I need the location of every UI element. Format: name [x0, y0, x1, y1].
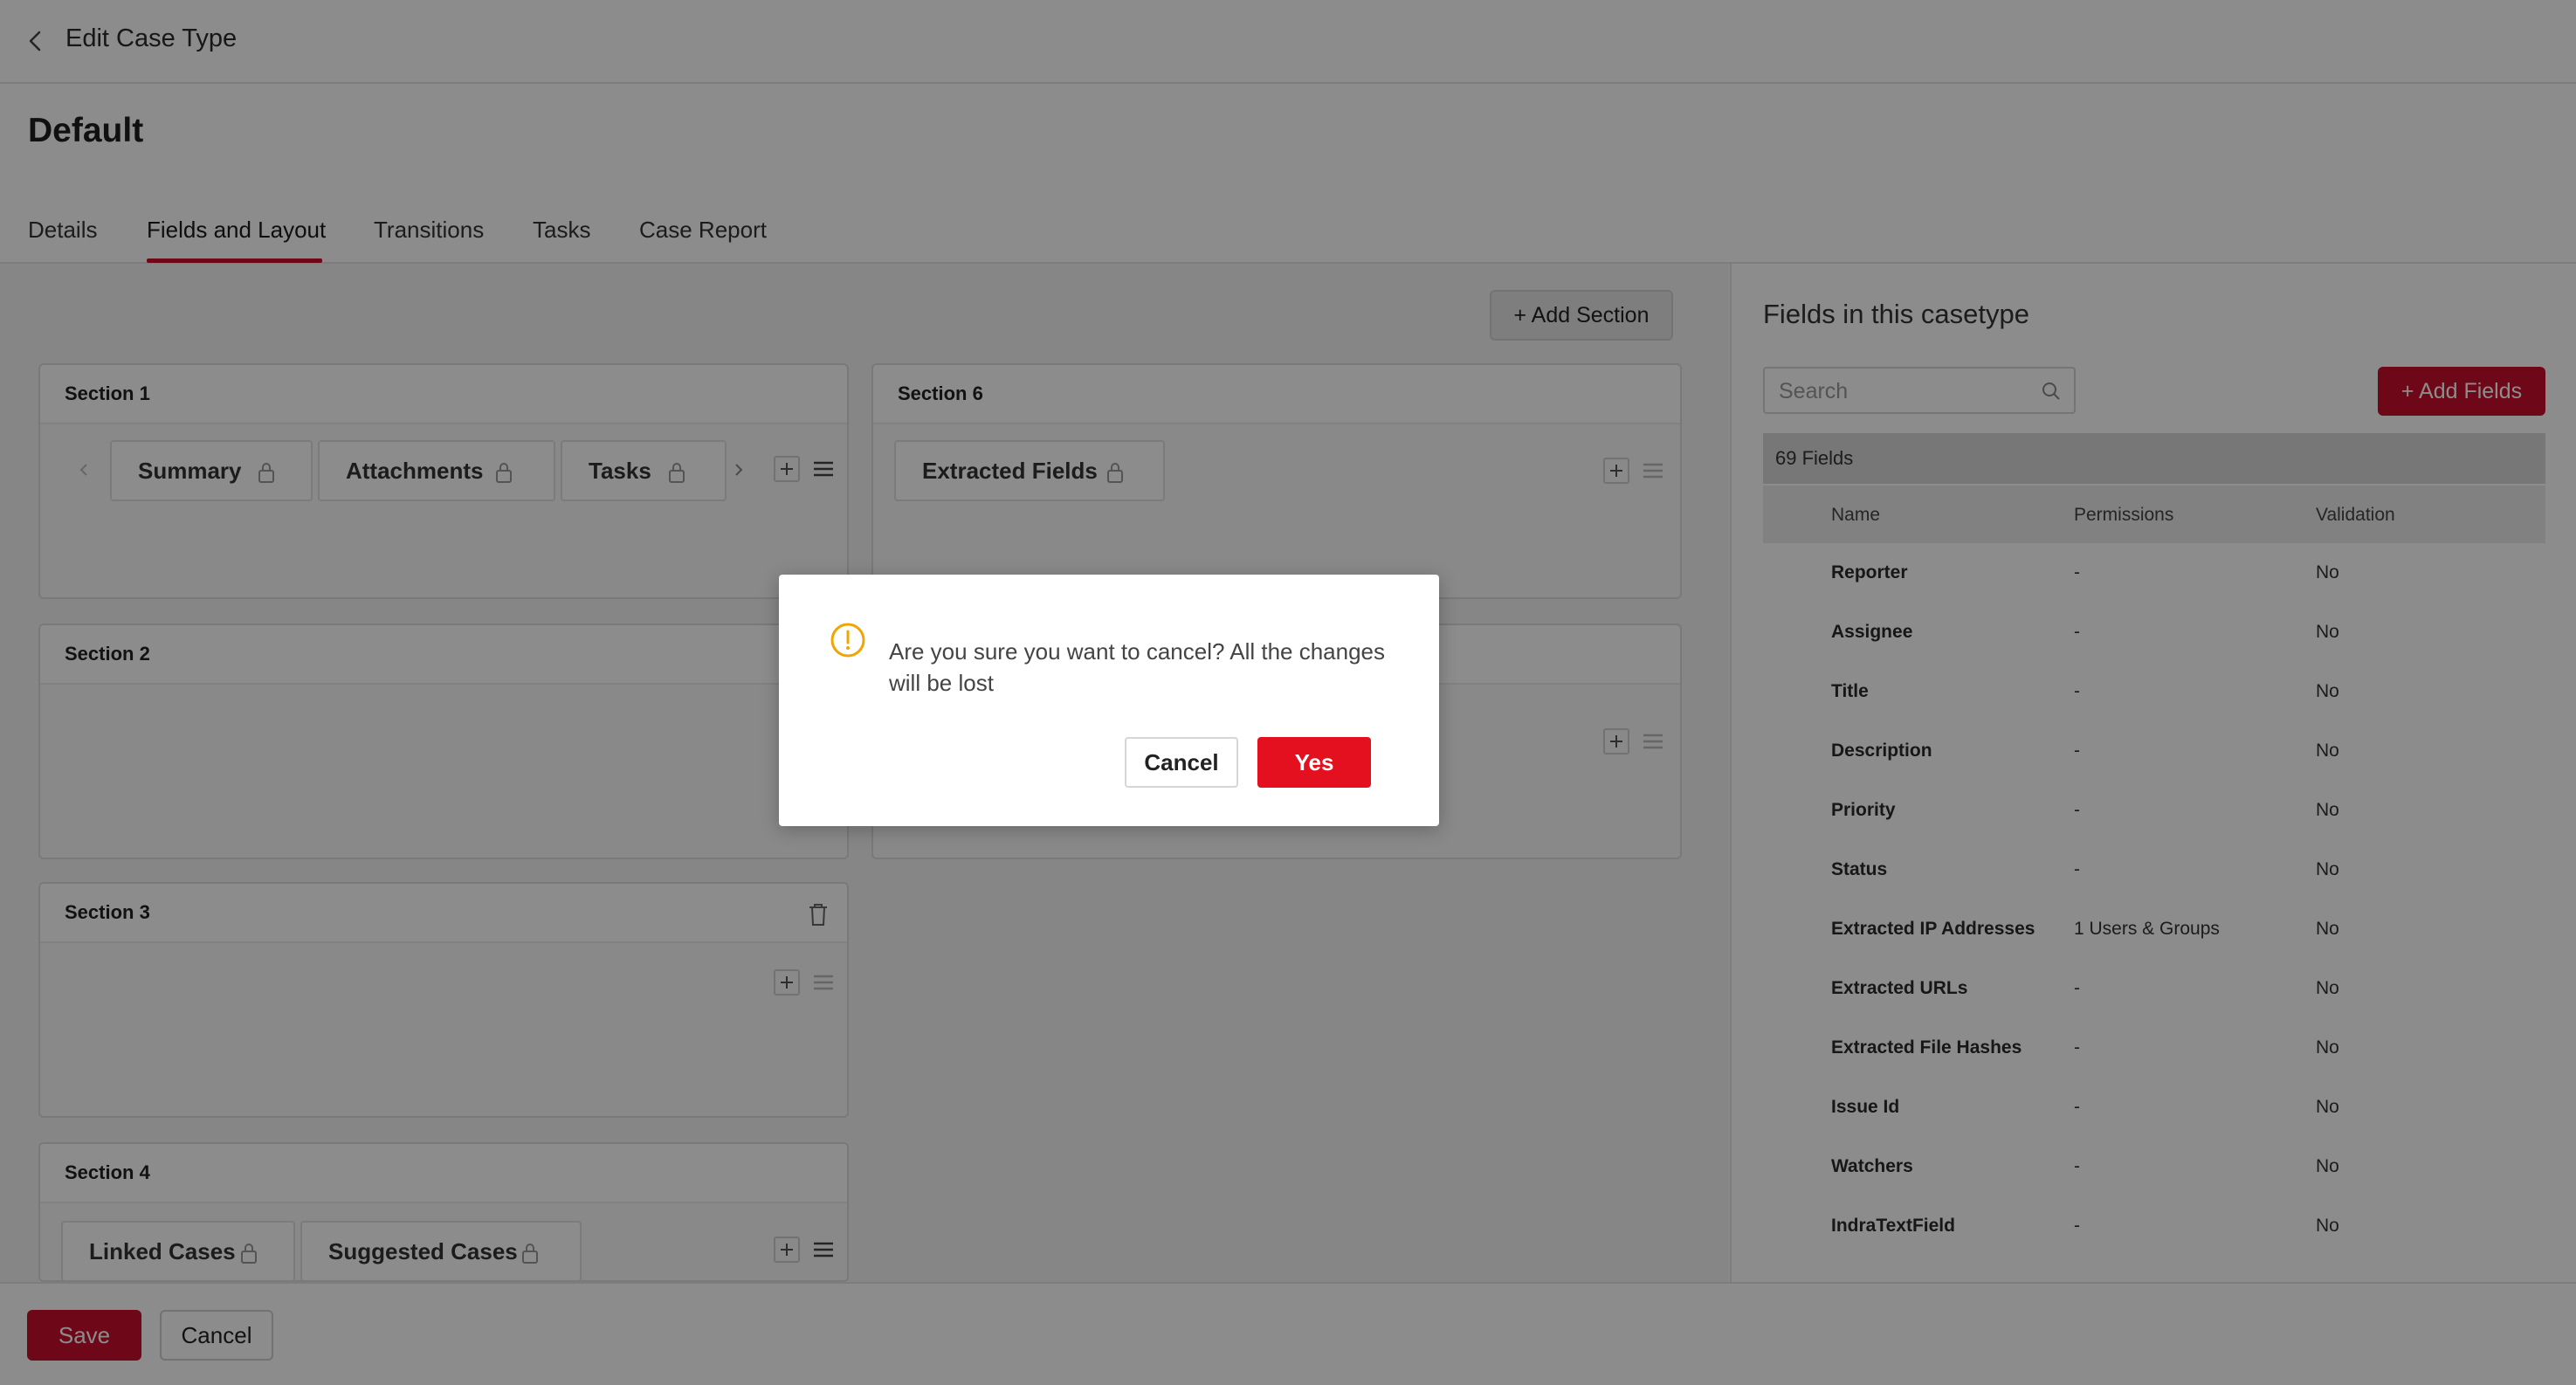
dialog-yes-button[interactable]: Yes	[1257, 737, 1371, 788]
warning-icon	[830, 623, 865, 658]
dialog-message: Are you sure you want to cancel? All the…	[889, 638, 1386, 696]
dialog-cancel-button[interactable]: Cancel	[1125, 737, 1238, 788]
confirm-dialog: Are you sure you want to cancel? All the…	[779, 575, 1439, 826]
app-root: Edit Case Type Default Details Fields an…	[0, 0, 2576, 1385]
